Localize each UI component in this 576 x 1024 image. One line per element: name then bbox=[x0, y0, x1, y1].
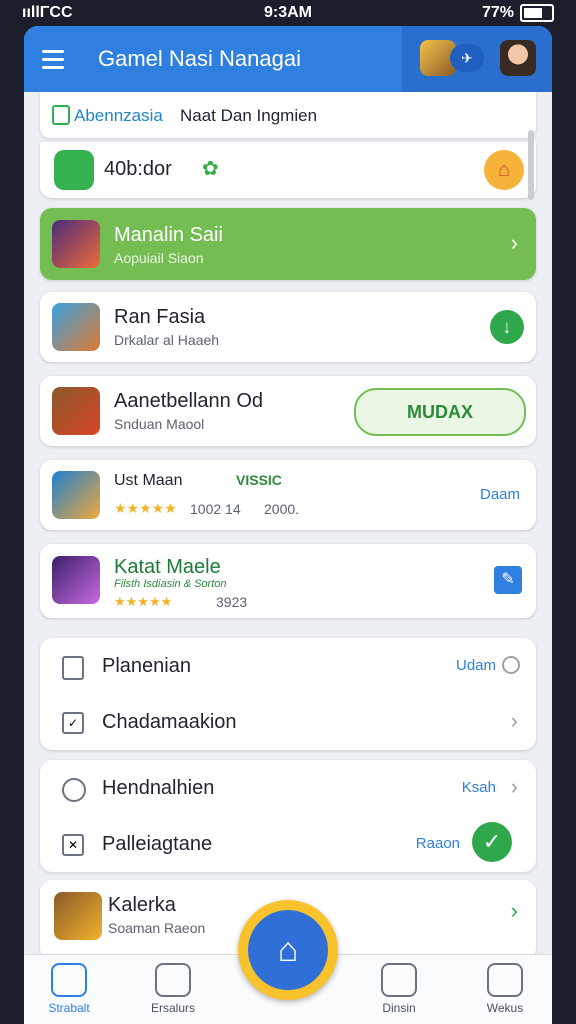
action-link[interactable]: Daam bbox=[480, 486, 520, 503]
nav-label: Ersalurs bbox=[150, 1001, 195, 1015]
notice-label: Abennzasia bbox=[74, 106, 163, 125]
settings-label: Hendnalhien bbox=[102, 777, 215, 799]
person-icon bbox=[155, 963, 191, 997]
highlight-thumb bbox=[52, 220, 100, 268]
game-card[interactable]: Ust Maan VISSIC ★★★★★ 1002 14 2000. Daam bbox=[40, 460, 536, 530]
game-thumb bbox=[52, 303, 100, 351]
fab-button[interactable]: ⌂ bbox=[238, 900, 338, 1000]
frog-icon bbox=[54, 150, 94, 190]
star-rating-icon: ★★★★★ bbox=[114, 500, 177, 516]
game-title: Aanetbellann Od bbox=[114, 390, 264, 412]
rating-value: 1002 14 bbox=[190, 501, 241, 517]
sparkle-icon: ✿ bbox=[202, 158, 219, 180]
game-tag: VISSIC bbox=[236, 472, 282, 488]
bird-icon[interactable]: ✈ bbox=[450, 44, 484, 72]
nav-item-explore[interactable]: Ersalurs bbox=[128, 963, 218, 1015]
shop-icon[interactable]: ⌂ bbox=[484, 150, 524, 190]
settings-row[interactable]: ✓ Chadamaakion › bbox=[40, 694, 536, 750]
highlight-title: Manalin Saii bbox=[114, 224, 223, 246]
notice-icon bbox=[52, 105, 70, 125]
download-icon[interactable]: ↓ bbox=[490, 310, 524, 344]
chat-icon bbox=[487, 963, 523, 997]
rating-count: 2000. bbox=[264, 501, 300, 517]
game-thumb bbox=[52, 471, 100, 519]
top-right-actions: ✈ bbox=[402, 26, 552, 92]
highlight-card[interactable]: Manalin Saii Aopuiail Siaon › bbox=[40, 208, 536, 280]
featured-title: 40b:dor bbox=[104, 158, 172, 180]
settings-row[interactable]: Hendnalhien Ksah › bbox=[40, 760, 536, 816]
game-thumb bbox=[52, 556, 100, 604]
castle-icon: ⌂ bbox=[248, 910, 328, 990]
checkbox-icon: ✓ bbox=[62, 712, 84, 734]
nav-label: Dinsin bbox=[382, 1001, 416, 1015]
game-title: Ran Fasia bbox=[114, 306, 206, 328]
chevron-right-icon: › bbox=[510, 708, 518, 733]
mudax-button[interactable]: MUDAX bbox=[354, 388, 526, 436]
rating-value: 3923 bbox=[216, 594, 248, 610]
chevron-right-icon: › bbox=[510, 230, 518, 255]
check-icon[interactable]: ✓ bbox=[472, 822, 512, 862]
star-rating-icon: ★★★★★ bbox=[114, 594, 173, 609]
nav-label: Wekus bbox=[486, 1001, 524, 1015]
settings-value: Udam bbox=[455, 657, 496, 674]
close-box-icon: ✕ bbox=[62, 834, 84, 856]
status-bar: ııllΓCC 9:3AM 77% bbox=[0, 0, 576, 26]
game-card[interactable]: Ran Fasia Drkalar al Haaeh ↓ bbox=[40, 292, 536, 362]
settings-value: Raaon bbox=[415, 835, 460, 852]
chevron-right-icon: › bbox=[510, 898, 518, 923]
battery-percent: 77% bbox=[481, 4, 514, 21]
game-subtitle: Drkalar al Haaeh bbox=[114, 332, 220, 348]
battery-icon bbox=[520, 4, 554, 22]
app-window: Gamel Nasi Nanagai ✈ Abennzasia Naat Dan… bbox=[24, 26, 552, 1024]
notice-text: Naat Dan Ingmien bbox=[180, 106, 318, 125]
camera-icon bbox=[381, 963, 417, 997]
game-subtitle: Snduan Maool bbox=[114, 416, 205, 432]
edit-icon[interactable]: ✎ bbox=[494, 566, 522, 594]
settings-label: Planenian bbox=[102, 655, 191, 677]
scrollbar[interactable] bbox=[528, 130, 534, 200]
settings-row[interactable]: Planenian Udam bbox=[40, 638, 536, 694]
notice-card[interactable]: Abennzasia Naat Dan Ingmien bbox=[40, 92, 536, 138]
nav-label: Strabalt bbox=[48, 1001, 90, 1015]
nav-item-home[interactable]: Strabalt bbox=[24, 963, 114, 1015]
featured-card[interactable]: 40b:dor ✿ ⌂ bbox=[40, 142, 536, 198]
chevron-right-icon: › bbox=[510, 774, 518, 799]
highlight-subtitle: Aopuiail Siaon bbox=[114, 250, 204, 266]
menu-icon[interactable] bbox=[42, 50, 64, 69]
home-icon bbox=[51, 963, 87, 997]
badge-icon bbox=[62, 778, 86, 802]
game-title: Kalerka bbox=[108, 894, 176, 916]
page-title: Gamel Nasi Nanagai bbox=[98, 46, 301, 71]
game-thumb bbox=[52, 387, 100, 435]
game-title: Ust Maan bbox=[114, 472, 183, 489]
nav-item-messages[interactable]: Wekus bbox=[460, 963, 550, 1015]
game-card[interactable]: Aanetbellann Od Snduan Maool MUDAX bbox=[40, 376, 536, 446]
settings-row[interactable]: ✕ Palleiagtane Raaon ✓ bbox=[40, 816, 536, 872]
game-card[interactable]: Katat Maele Filsth Isdiasin & Sorton ★★★… bbox=[40, 544, 536, 618]
status-right: 77% bbox=[482, 4, 554, 22]
game-subtitle: Soaman Raeon bbox=[108, 920, 206, 936]
settings-group: Planenian Udam ✓ Chadamaakion › bbox=[40, 638, 536, 750]
settings-group: Hendnalhien Ksah › ✕ Palleiagtane Raaon … bbox=[40, 760, 536, 872]
avatar[interactable] bbox=[500, 40, 536, 76]
calendar-icon bbox=[62, 656, 84, 680]
settings-label: Chadamaakion bbox=[102, 711, 237, 733]
radio-icon[interactable] bbox=[502, 656, 520, 674]
nav-item-camera[interactable]: Dinsin bbox=[354, 963, 444, 1015]
top-bar: Gamel Nasi Nanagai ✈ bbox=[24, 26, 552, 92]
settings-label: Palleiagtane bbox=[102, 833, 213, 855]
game-title: Katat Maele bbox=[114, 556, 221, 578]
game-sub: Filsth Isdiasin & Sorton bbox=[114, 578, 227, 590]
game-thumb bbox=[54, 892, 102, 940]
settings-value: Ksah bbox=[461, 779, 496, 796]
